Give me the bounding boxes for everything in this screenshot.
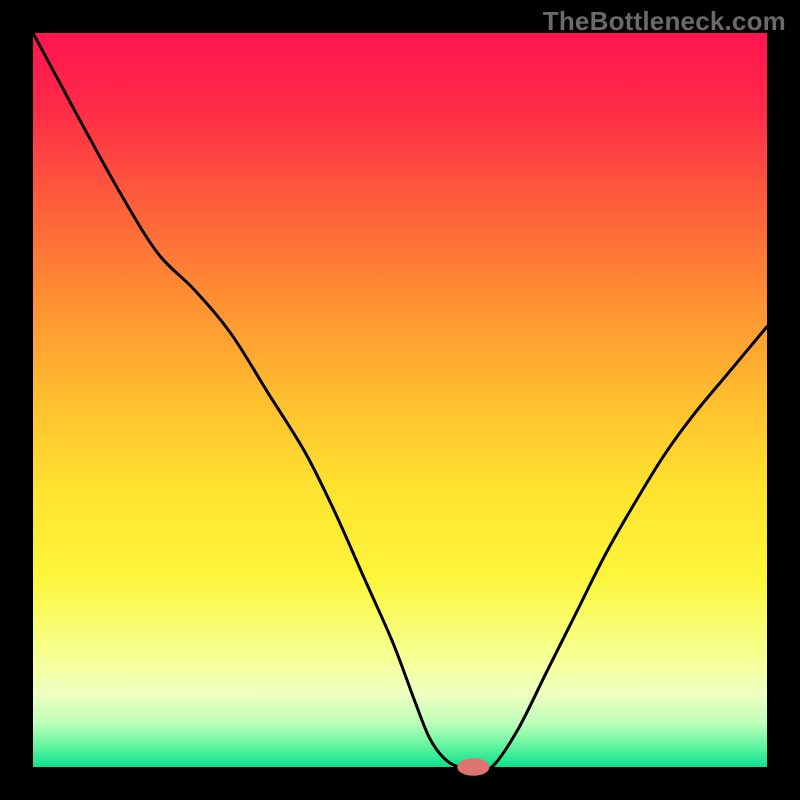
watermark-text: TheBottleneck.com xyxy=(543,6,786,37)
bottleneck-chart: TheBottleneck.com xyxy=(0,0,800,800)
chart-svg xyxy=(0,0,800,800)
sweet-spot-marker xyxy=(457,758,489,776)
